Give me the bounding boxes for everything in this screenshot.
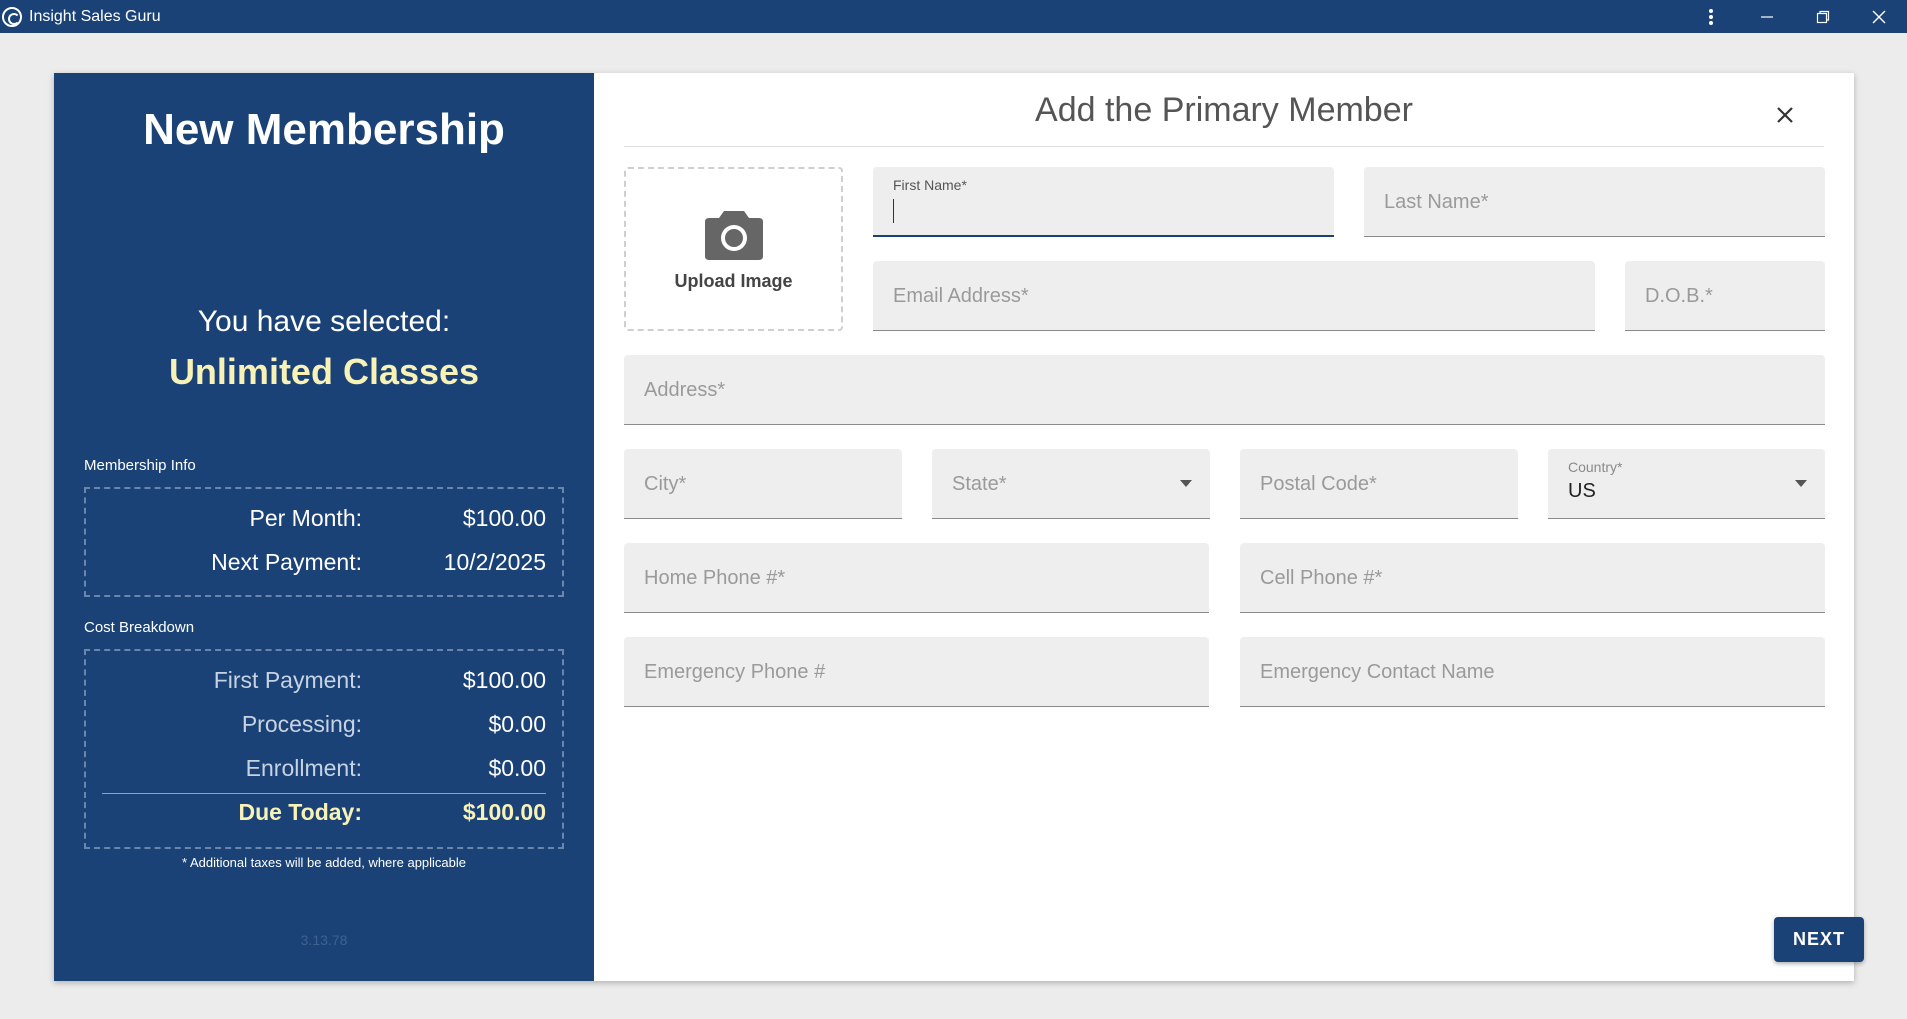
last-name-field[interactable]: Last Name*	[1364, 167, 1825, 237]
tax-note: * Additional taxes will be added, where …	[181, 855, 467, 870]
first-name-label: First Name*	[893, 177, 967, 193]
next-button[interactable]: NEXT	[1774, 917, 1864, 962]
close-window-button[interactable]	[1851, 0, 1907, 33]
upload-image-label: Upload Image	[674, 270, 793, 291]
due-today-value: $100.00	[462, 799, 546, 825]
cost-row: First Payment: $100.00	[86, 661, 562, 701]
minimize-icon	[1761, 15, 1773, 18]
cell-phone-field[interactable]: Cell Phone #*	[1240, 543, 1825, 613]
processing-label: Processing:	[241, 711, 362, 737]
postal-code-field[interactable]: Postal Code*	[1240, 449, 1518, 519]
per-month-value: $100.00	[462, 505, 546, 531]
country-value: US	[1568, 480, 1596, 502]
last-name-placeholder: Last Name*	[1384, 191, 1489, 213]
minimize-button[interactable]	[1739, 0, 1795, 33]
address-placeholder: Address*	[644, 379, 726, 401]
selected-label: You have selected:	[197, 305, 451, 338]
address-field[interactable]: Address*	[624, 355, 1825, 425]
dropdown-arrow-icon	[1795, 480, 1807, 487]
first-payment-label: First Payment:	[213, 667, 362, 693]
cost-breakdown-label: Cost Breakdown	[84, 619, 195, 636]
window-title: Insight Sales Guru	[29, 7, 161, 25]
title-bar: Insight Sales Guru	[0, 0, 1907, 33]
close-icon	[1872, 10, 1886, 23]
membership-info-box: Per Month: $100.00 Next Payment: 10/2/20…	[84, 487, 564, 597]
text-cursor	[893, 199, 894, 223]
email-field[interactable]: Email Address*	[873, 261, 1595, 331]
membership-info-label: Membership Info	[84, 457, 196, 474]
cost-row: Enrollment: $0.00	[86, 749, 562, 789]
country-select[interactable]: Country* US	[1548, 449, 1825, 519]
primary-member-form: Add the Primary Member Upload Image Firs…	[594, 73, 1864, 981]
restore-icon	[1816, 10, 1830, 23]
emergency-phone-placeholder: Emergency Phone #	[644, 661, 826, 683]
next-payment-value: 10/2/2025	[443, 549, 546, 575]
selected-plan: Unlimited Classes	[168, 351, 480, 392]
emergency-contact-field[interactable]: Emergency Contact Name	[1240, 637, 1825, 707]
membership-info-row: Per Month: $100.00	[86, 499, 562, 539]
cost-row: Processing: $0.00	[86, 705, 562, 745]
summary-heading: New Membership	[143, 105, 505, 154]
state-select[interactable]: State*	[932, 449, 1210, 519]
state-placeholder: State*	[952, 473, 1007, 495]
enrollment-value: $0.00	[488, 755, 546, 781]
processing-value: $0.00	[488, 711, 546, 737]
window-controls	[1683, 0, 1907, 33]
restore-button[interactable]	[1795, 0, 1851, 33]
emergency-phone-field[interactable]: Emergency Phone #	[624, 637, 1209, 707]
membership-summary-panel: New Membership You have selected: Unlimi…	[54, 73, 594, 981]
dropdown-arrow-icon	[1180, 480, 1192, 487]
close-dialog-button[interactable]	[1769, 99, 1801, 131]
first-payment-value: $100.00	[462, 667, 546, 693]
home-phone-field[interactable]: Home Phone #*	[624, 543, 1209, 613]
cost-breakdown-box: First Payment: $100.00 Processing: $0.00…	[84, 649, 564, 849]
emergency-contact-placeholder: Emergency Contact Name	[1260, 661, 1495, 683]
app-version: 3.13.78	[300, 932, 348, 948]
membership-dialog: New Membership You have selected: Unlimi…	[54, 73, 1864, 981]
due-today-row: Due Today: $100.00	[86, 793, 562, 833]
next-payment-label: Next Payment:	[211, 549, 362, 575]
postal-code-placeholder: Postal Code*	[1260, 473, 1377, 495]
first-name-field[interactable]: First Name*	[873, 167, 1334, 237]
form-title: Add the Primary Member	[1035, 91, 1413, 129]
due-today-label: Due Today:	[238, 799, 362, 825]
close-icon	[1777, 107, 1793, 123]
dob-placeholder: D.O.B.*	[1645, 285, 1713, 307]
dob-field[interactable]: D.O.B.*	[1625, 261, 1825, 331]
home-phone-placeholder: Home Phone #*	[644, 567, 786, 589]
app-logo-icon	[2, 6, 22, 27]
country-label: Country*	[1568, 459, 1623, 475]
more-options-button[interactable]	[1683, 0, 1739, 33]
camera-icon	[704, 210, 763, 260]
upload-image-button[interactable]: Upload Image	[624, 167, 843, 331]
membership-info-row: Next Payment: 10/2/2025	[86, 543, 562, 583]
title-divider	[624, 146, 1824, 147]
vertical-dots-icon	[1709, 8, 1713, 25]
cell-phone-placeholder: Cell Phone #*	[1260, 567, 1383, 589]
email-placeholder: Email Address*	[893, 285, 1029, 307]
enrollment-label: Enrollment:	[245, 755, 362, 781]
per-month-label: Per Month:	[249, 505, 363, 531]
city-field[interactable]: City*	[624, 449, 902, 519]
city-placeholder: City*	[644, 473, 687, 495]
